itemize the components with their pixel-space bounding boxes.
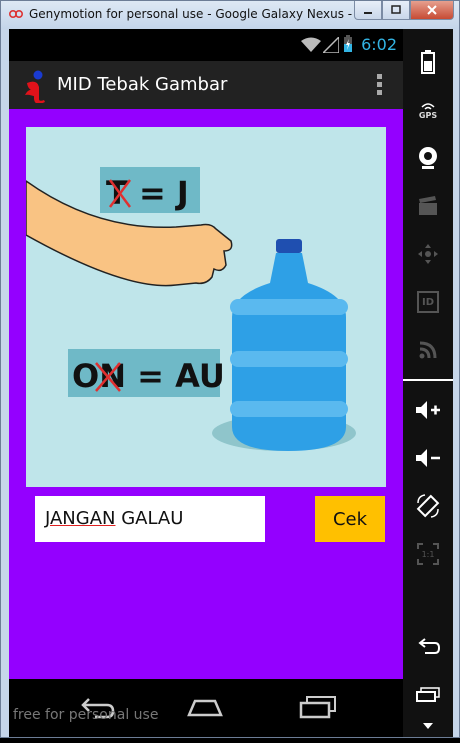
window-titlebar[interactable]: Genymotion for personal use - Google Gal…: [1, 1, 459, 29]
wifi-icon: [301, 37, 321, 52]
side-recent-button[interactable]: [411, 677, 445, 711]
gps-label: GPS: [418, 110, 438, 120]
volume-up-icon: [416, 401, 440, 419]
answer-text-rest: GALAU: [115, 508, 184, 529]
answer-input[interactable]: JANGAN GALAU: [35, 496, 265, 542]
dpad-icon: [418, 244, 438, 264]
clue-bottom-text: ON = AU: [72, 357, 225, 395]
window-title: Genymotion for personal use - Google Gal…: [29, 7, 391, 21]
app-title: MID Tebak Gambar: [57, 74, 228, 95]
dpad-widget-button[interactable]: [411, 237, 445, 271]
battery-charging-icon: [344, 35, 352, 52]
maximize-button[interactable]: [382, 1, 410, 20]
cast-icon: [419, 341, 437, 359]
main-content: T = J ON = AU JANGAN GALAU Cek: [9, 109, 403, 679]
recent-apps-icon[interactable]: [297, 691, 337, 721]
camera-widget-button[interactable]: [411, 141, 445, 175]
action-bar: MID Tebak Gambar: [9, 61, 403, 109]
id-label: ID: [421, 296, 435, 308]
maximize-icon: [391, 5, 401, 14]
genymotion-side-panel: GPS ID 1:1: [403, 29, 453, 737]
status-time: 6:02: [361, 35, 397, 54]
jug-cap: [276, 239, 302, 253]
device-id-widget-button[interactable]: ID: [411, 285, 445, 319]
webcam-icon: [419, 147, 437, 169]
puzzle-image: T = J ON = AU: [25, 127, 386, 487]
caret-down-icon: [423, 723, 433, 729]
close-icon: [427, 5, 437, 15]
pixel-perfect-button[interactable]: 1:1: [411, 537, 445, 571]
close-button[interactable]: [410, 1, 454, 20]
cast-widget-button[interactable]: [411, 333, 445, 367]
answer-text-underlined: JANGAN: [45, 508, 116, 529]
app-logo-icon: [25, 70, 45, 103]
rotate-button[interactable]: [411, 489, 445, 523]
volume-up-button[interactable]: [411, 393, 445, 427]
side-recent-icon: [416, 687, 440, 702]
android-status-bar: 6:02: [9, 29, 403, 61]
device-screen: 6:02 MID Tebak Gambar T = J ON = AU JANG…: [9, 29, 453, 737]
minimize-button[interactable]: [354, 1, 382, 20]
pixel-perfect-label: 1:1: [421, 549, 435, 559]
volume-down-button[interactable]: [411, 441, 445, 475]
side-back-button[interactable]: [411, 629, 445, 663]
android-nav-bar: free for personal use: [9, 679, 403, 737]
rotate-icon: [416, 494, 440, 518]
side-divider: [403, 379, 453, 381]
minimize-icon: [364, 12, 372, 14]
battery-icon: [421, 50, 435, 74]
emulator-window: Genymotion for personal use - Google Gal…: [0, 0, 460, 738]
home-icon[interactable]: [185, 691, 225, 721]
puzzle-illustration: T = J ON = AU: [25, 167, 356, 451]
overflow-menu-icon[interactable]: [377, 73, 383, 97]
signal-icon: [323, 37, 339, 53]
volume-down-icon: [416, 449, 440, 467]
gps-icon: [421, 102, 435, 110]
clapperboard-icon: [419, 196, 437, 215]
gps-widget-button[interactable]: GPS: [411, 93, 445, 127]
battery-widget-button[interactable]: [411, 45, 445, 79]
side-back-icon: [418, 638, 441, 654]
check-button[interactable]: Cek: [315, 496, 385, 542]
capture-widget-button[interactable]: [411, 189, 445, 223]
watermark-text: free for personal use: [13, 707, 159, 723]
genymotion-app-icon: [9, 10, 23, 18]
